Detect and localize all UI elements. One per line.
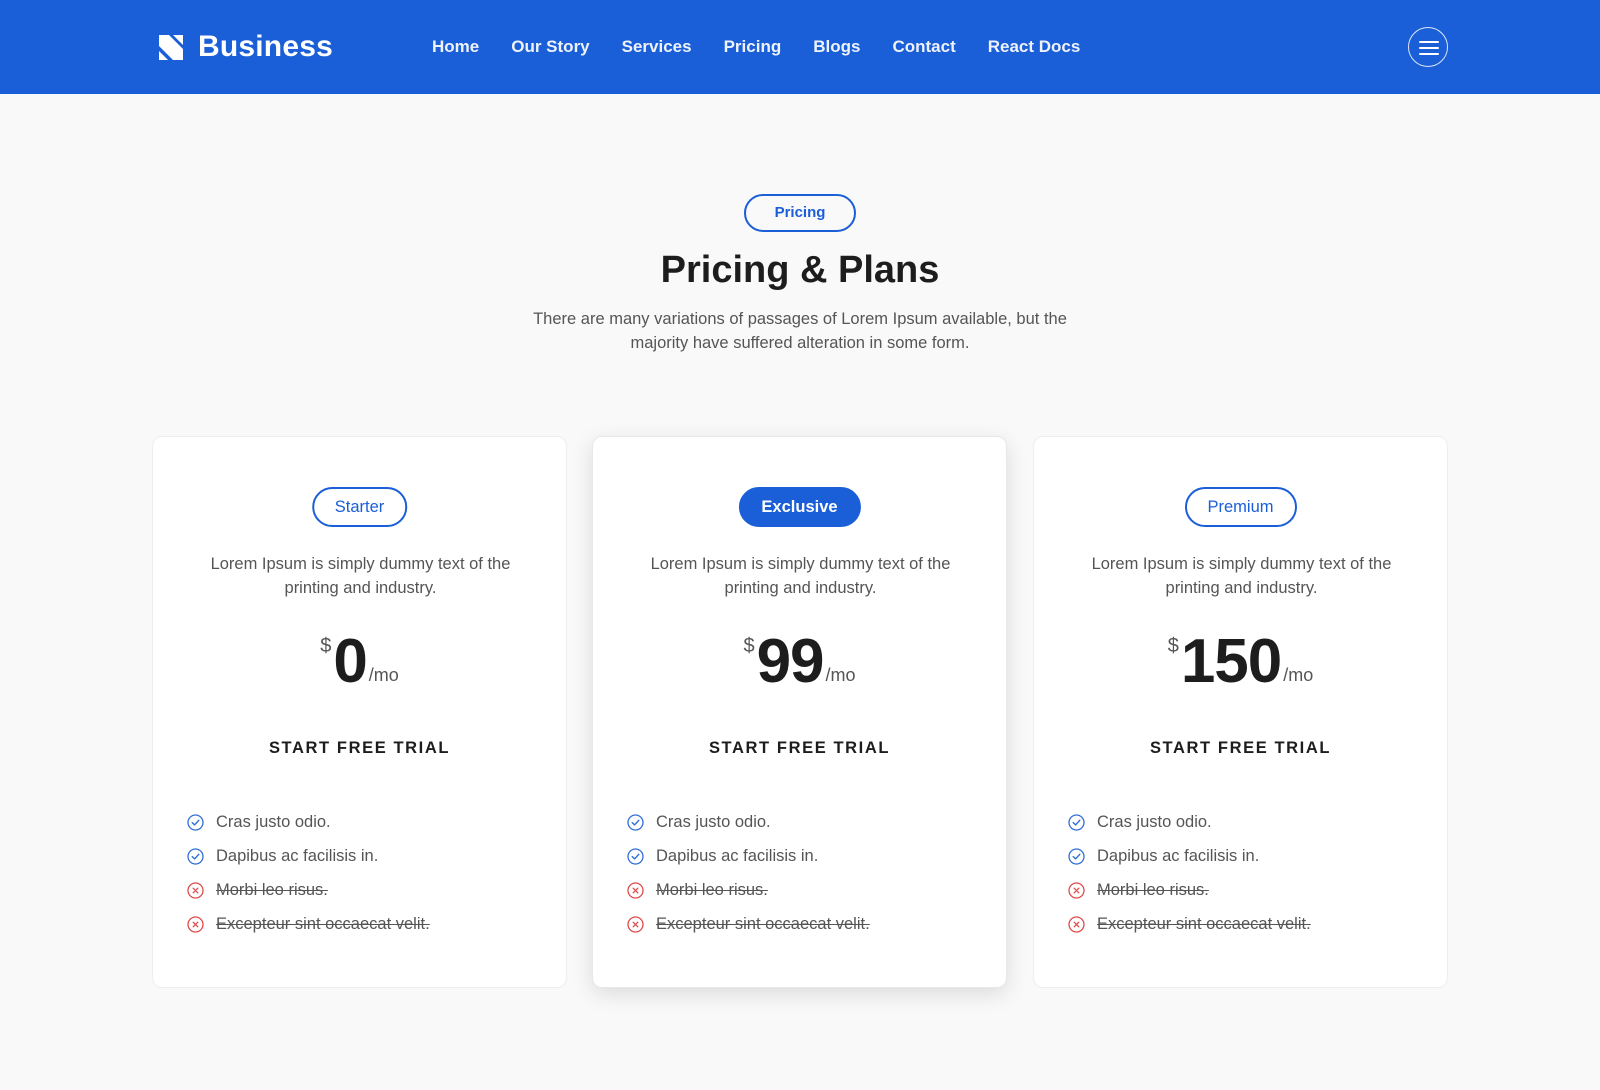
pricing-card-exclusive: Exclusive Lorem Ipsum is simply dummy te…: [592, 436, 1007, 988]
feature-text: Dapibus ac facilisis in.: [1097, 846, 1260, 865]
start-free-trial-button[interactable]: START FREE TRIAL: [153, 739, 566, 758]
hamburger-line: [1419, 41, 1439, 43]
main-menu: Home Our Story Services Pricing Blogs Co…: [432, 36, 1080, 58]
price-currency: $: [320, 635, 332, 657]
price-currency: $: [1167, 635, 1179, 657]
hamburger-line: [1419, 47, 1439, 49]
feature-text: Morbi leo risus.: [216, 880, 328, 899]
feature-text: Cras justo odio.: [656, 812, 771, 831]
feature-list: Cras justo odio. Dapibus ac facilisis in…: [627, 805, 870, 941]
feature-item-excluded: Morbi leo risus.: [187, 873, 430, 907]
plan-description: Lorem Ipsum is simply dummy text of the …: [1091, 555, 1392, 597]
check-circle-icon: [1068, 813, 1085, 831]
feature-list: Cras justo odio. Dapibus ac facilisis in…: [1068, 805, 1311, 941]
feature-item-excluded: Morbi leo risus.: [1068, 873, 1311, 907]
pricing-card-starter: Starter Lorem Ipsum is simply dummy text…: [152, 436, 567, 988]
nav-blogs[interactable]: Blogs: [813, 36, 860, 58]
section-tag: Pricing: [744, 194, 856, 232]
check-circle-icon: [1068, 847, 1085, 865]
feature-item-excluded: Excepteur sint occaecat velit.: [187, 907, 430, 941]
feature-text: Morbi leo risus.: [1097, 880, 1209, 899]
navbar: Business Home Our Story Services Pricing…: [0, 0, 1600, 94]
plan-description: Lorem Ipsum is simply dummy text of the …: [650, 555, 951, 597]
check-circle-icon: [187, 813, 204, 831]
feature-text: Excepteur sint occaecat velit.: [216, 914, 430, 933]
start-free-trial-button[interactable]: START FREE TRIAL: [593, 739, 1006, 758]
pricing-card-premium: Premium Lorem Ipsum is simply dummy text…: [1033, 436, 1448, 988]
x-circle-icon: [627, 881, 644, 899]
feature-text: Excepteur sint occaecat velit.: [1097, 914, 1311, 933]
feature-text: Cras justo odio.: [216, 812, 331, 831]
x-circle-icon: [1068, 915, 1085, 933]
plan-description: Lorem Ipsum is simply dummy text of the …: [210, 555, 511, 597]
check-circle-icon: [627, 847, 644, 865]
feature-item: Dapibus ac facilisis in.: [187, 839, 430, 873]
check-circle-icon: [627, 813, 644, 831]
plan-badge: Exclusive: [738, 487, 861, 527]
x-circle-icon: [1068, 881, 1085, 899]
x-circle-icon: [627, 915, 644, 933]
feature-item: Dapibus ac facilisis in.: [627, 839, 870, 873]
price-period: /mo: [825, 665, 856, 685]
plan-price: $ 99 /mo: [593, 629, 1006, 695]
nav-contact[interactable]: Contact: [892, 36, 955, 58]
brand-name: Business: [198, 30, 333, 63]
feature-item-excluded: Excepteur sint occaecat velit.: [627, 907, 870, 941]
nav-home[interactable]: Home: [432, 36, 479, 58]
start-free-trial-button[interactable]: START FREE TRIAL: [1034, 739, 1447, 758]
price-amount: 99: [756, 627, 825, 696]
plan-price: $ 150 /mo: [1034, 629, 1447, 695]
feature-text: Dapibus ac facilisis in.: [216, 846, 379, 865]
feature-item: Cras justo odio.: [627, 805, 870, 839]
plan-price: $ 0 /mo: [153, 629, 566, 695]
nav-react-docs[interactable]: React Docs: [988, 36, 1081, 58]
section-subtitle: There are many variations of passages of…: [533, 310, 1067, 352]
check-circle-icon: [187, 847, 204, 865]
hamburger-line: [1419, 53, 1439, 55]
price-period: /mo: [368, 665, 399, 685]
feature-item: Cras justo odio.: [187, 805, 430, 839]
section-title: Pricing & Plans: [660, 249, 940, 291]
plan-badge: Starter: [311, 487, 408, 527]
logo-icon: [159, 34, 183, 60]
nav-services[interactable]: Services: [622, 36, 692, 58]
feature-text: Excepteur sint occaecat velit.: [656, 914, 870, 933]
feature-text: Dapibus ac facilisis in.: [656, 846, 819, 865]
nav-our-story[interactable]: Our Story: [511, 36, 589, 58]
price-amount: 150: [1180, 627, 1282, 696]
feature-item: Cras justo odio.: [1068, 805, 1311, 839]
x-circle-icon: [187, 881, 204, 899]
brand-logo[interactable]: Business: [155, 29, 333, 65]
feature-list: Cras justo odio. Dapibus ac facilisis in…: [187, 805, 430, 941]
feature-text: Cras justo odio.: [1097, 812, 1212, 831]
price-amount: 0: [333, 627, 367, 696]
feature-item-excluded: Excepteur sint occaecat velit.: [1068, 907, 1311, 941]
feature-text: Morbi leo risus.: [656, 880, 768, 899]
feature-item-excluded: Morbi leo risus.: [627, 873, 870, 907]
plan-badge: Premium: [1184, 487, 1297, 527]
x-circle-icon: [187, 915, 204, 933]
price-currency: $: [743, 635, 755, 657]
feature-item: Dapibus ac facilisis in.: [1068, 839, 1311, 873]
price-period: /mo: [1283, 665, 1314, 685]
hamburger-icon[interactable]: [1408, 27, 1448, 67]
nav-pricing[interactable]: Pricing: [724, 36, 782, 58]
